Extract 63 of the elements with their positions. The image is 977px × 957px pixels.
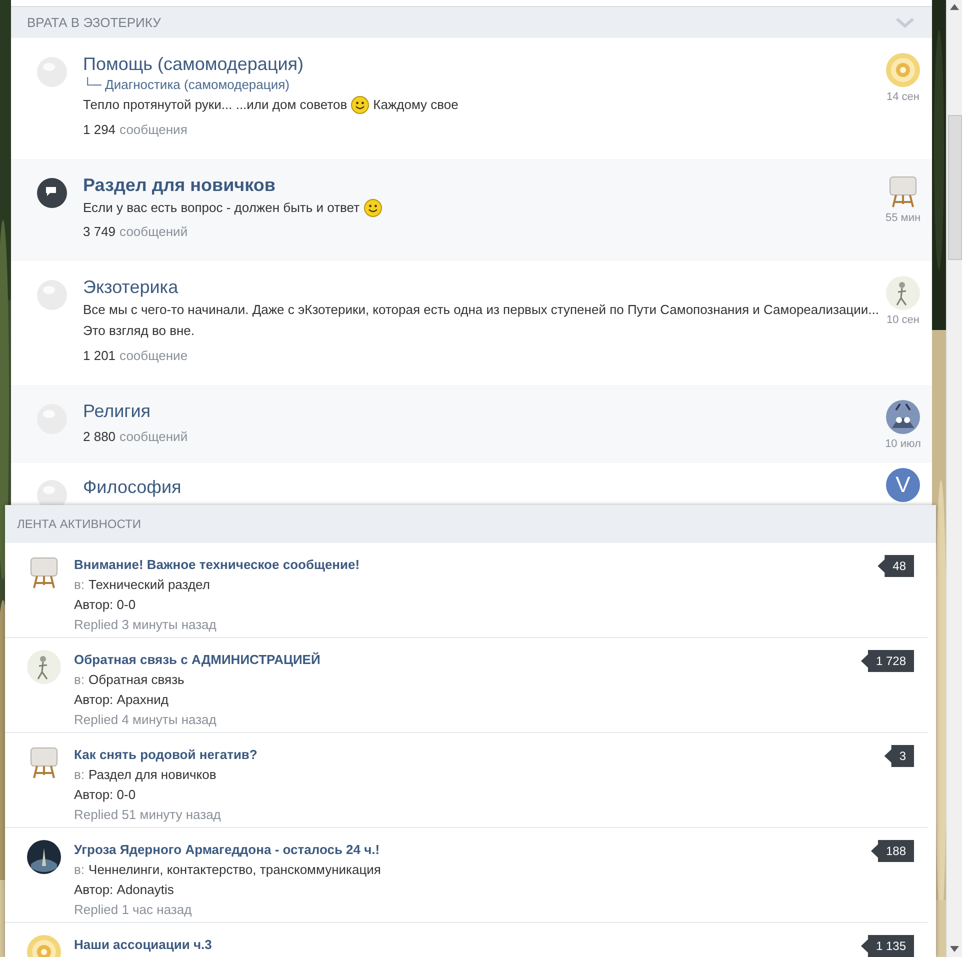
post-count: 1 201: [83, 346, 116, 364]
replied-time: Replied 3 минуты назад: [74, 616, 218, 634]
reply-count-badge: 48: [878, 555, 914, 577]
post-count-label: сообщение: [120, 346, 188, 364]
subforum-link[interactable]: └─ Диагностика (самомодерация): [83, 76, 870, 94]
in-label: в:: [74, 766, 85, 784]
scroll-thumb[interactable]: [948, 115, 962, 260]
topic-link[interactable]: Угроза Ядерного Армагеддона - осталось 24 ч.!: [74, 842, 380, 857]
smiley-icon: [364, 198, 382, 216]
last-post-time: 14 сен: [886, 91, 920, 104]
last-post-time: 10 сен: [886, 314, 920, 327]
forum-title-link[interactable]: Раздел для новичков: [83, 174, 276, 196]
figure-avatar-icon[interactable]: [886, 276, 920, 310]
author-text: Автор: 0-0: [74, 786, 137, 804]
dark-avatar-icon[interactable]: [27, 840, 61, 874]
forum-name: Ченнелинги, контактерство, транскоммуникация: [88, 861, 381, 879]
post-count-label: сообщений: [120, 428, 188, 446]
reply-count-badge: 1 135: [860, 935, 914, 957]
scroll-up-icon[interactable]: [950, 4, 959, 10]
forum-title-link[interactable]: Философия: [83, 476, 182, 498]
in-label: в:: [74, 671, 85, 689]
topic-link[interactable]: Наши ассоциации ч.3: [74, 937, 212, 952]
replied-time: Replied 4 минуты назад: [74, 711, 218, 729]
forum-description: Все мы с чего-то начинали. Даже с эКзотерики, которая есть одна из первых ступеней по Пути Самопознания и Самореализации...: [83, 301, 879, 320]
letter-avatar[interactable]: V: [886, 468, 920, 502]
topic-link[interactable]: Как снять родовой негатив?: [74, 747, 258, 762]
forum-name: Раздел для новичков: [88, 766, 216, 784]
author-text: Автор: 0-0: [74, 596, 137, 614]
forum-description: Тепло протянутой руки... ...или дом советов: [83, 96, 348, 114]
topic-link[interactable]: Внимание! Важное техническое сообщение!: [74, 557, 360, 572]
forum-description: Если у вас есть вопрос - должен быть и ответ: [83, 198, 360, 217]
in-label: в:: [74, 861, 85, 879]
last-post-time: 10 июл: [885, 438, 921, 450]
forum-name: Технический раздел: [88, 576, 210, 594]
last-post-time: 55 мин: [885, 212, 921, 224]
topic-link[interactable]: Обратная связь с АДМИНИСТРАЦИЕЙ: [74, 652, 320, 667]
forum-title-link[interactable]: Помощь (самомодерация): [83, 53, 304, 75]
reply-count-badge: 188: [870, 840, 914, 862]
replied-time: Replied 1 час назад: [74, 901, 193, 919]
spiral-avatar-icon[interactable]: [886, 53, 920, 87]
post-count-label: сообщения: [120, 120, 188, 138]
forum-title-link[interactable]: Религия: [83, 400, 151, 422]
replied-time: Replied 51 минуту назад: [74, 806, 222, 824]
reply-count-badge: 3: [884, 745, 914, 767]
scrollbar[interactable]: [946, 0, 962, 957]
activity-title: ЛЕНТА АКТИВНОСТИ: [17, 516, 141, 533]
creature-avatar-icon[interactable]: [886, 400, 920, 434]
smiley-icon: [351, 96, 370, 114]
forum-description: Это взгляд во вне.: [83, 322, 195, 340]
author-text: Автор: Арахнид: [74, 691, 170, 709]
forum-title-link[interactable]: Экзотерика: [83, 276, 178, 298]
forum-name: Обратная связь: [88, 671, 184, 689]
post-count-label: сообщений: [120, 223, 188, 241]
figure-avatar-icon[interactable]: [27, 650, 61, 684]
reply-count-badge: 1 728: [860, 650, 914, 672]
in-label: в:: [74, 576, 85, 594]
author-text: Автор: Adonaytis: [74, 881, 175, 899]
scroll-down-icon[interactable]: [950, 946, 959, 952]
post-count: 3 749: [83, 223, 116, 241]
post-count: 1 294: [83, 120, 116, 138]
category-title: ВРАТА В ЭЗОТЕРИКУ: [27, 14, 161, 32]
forum-description: Каждому свое: [373, 96, 458, 114]
post-count: 2 880: [83, 428, 116, 446]
